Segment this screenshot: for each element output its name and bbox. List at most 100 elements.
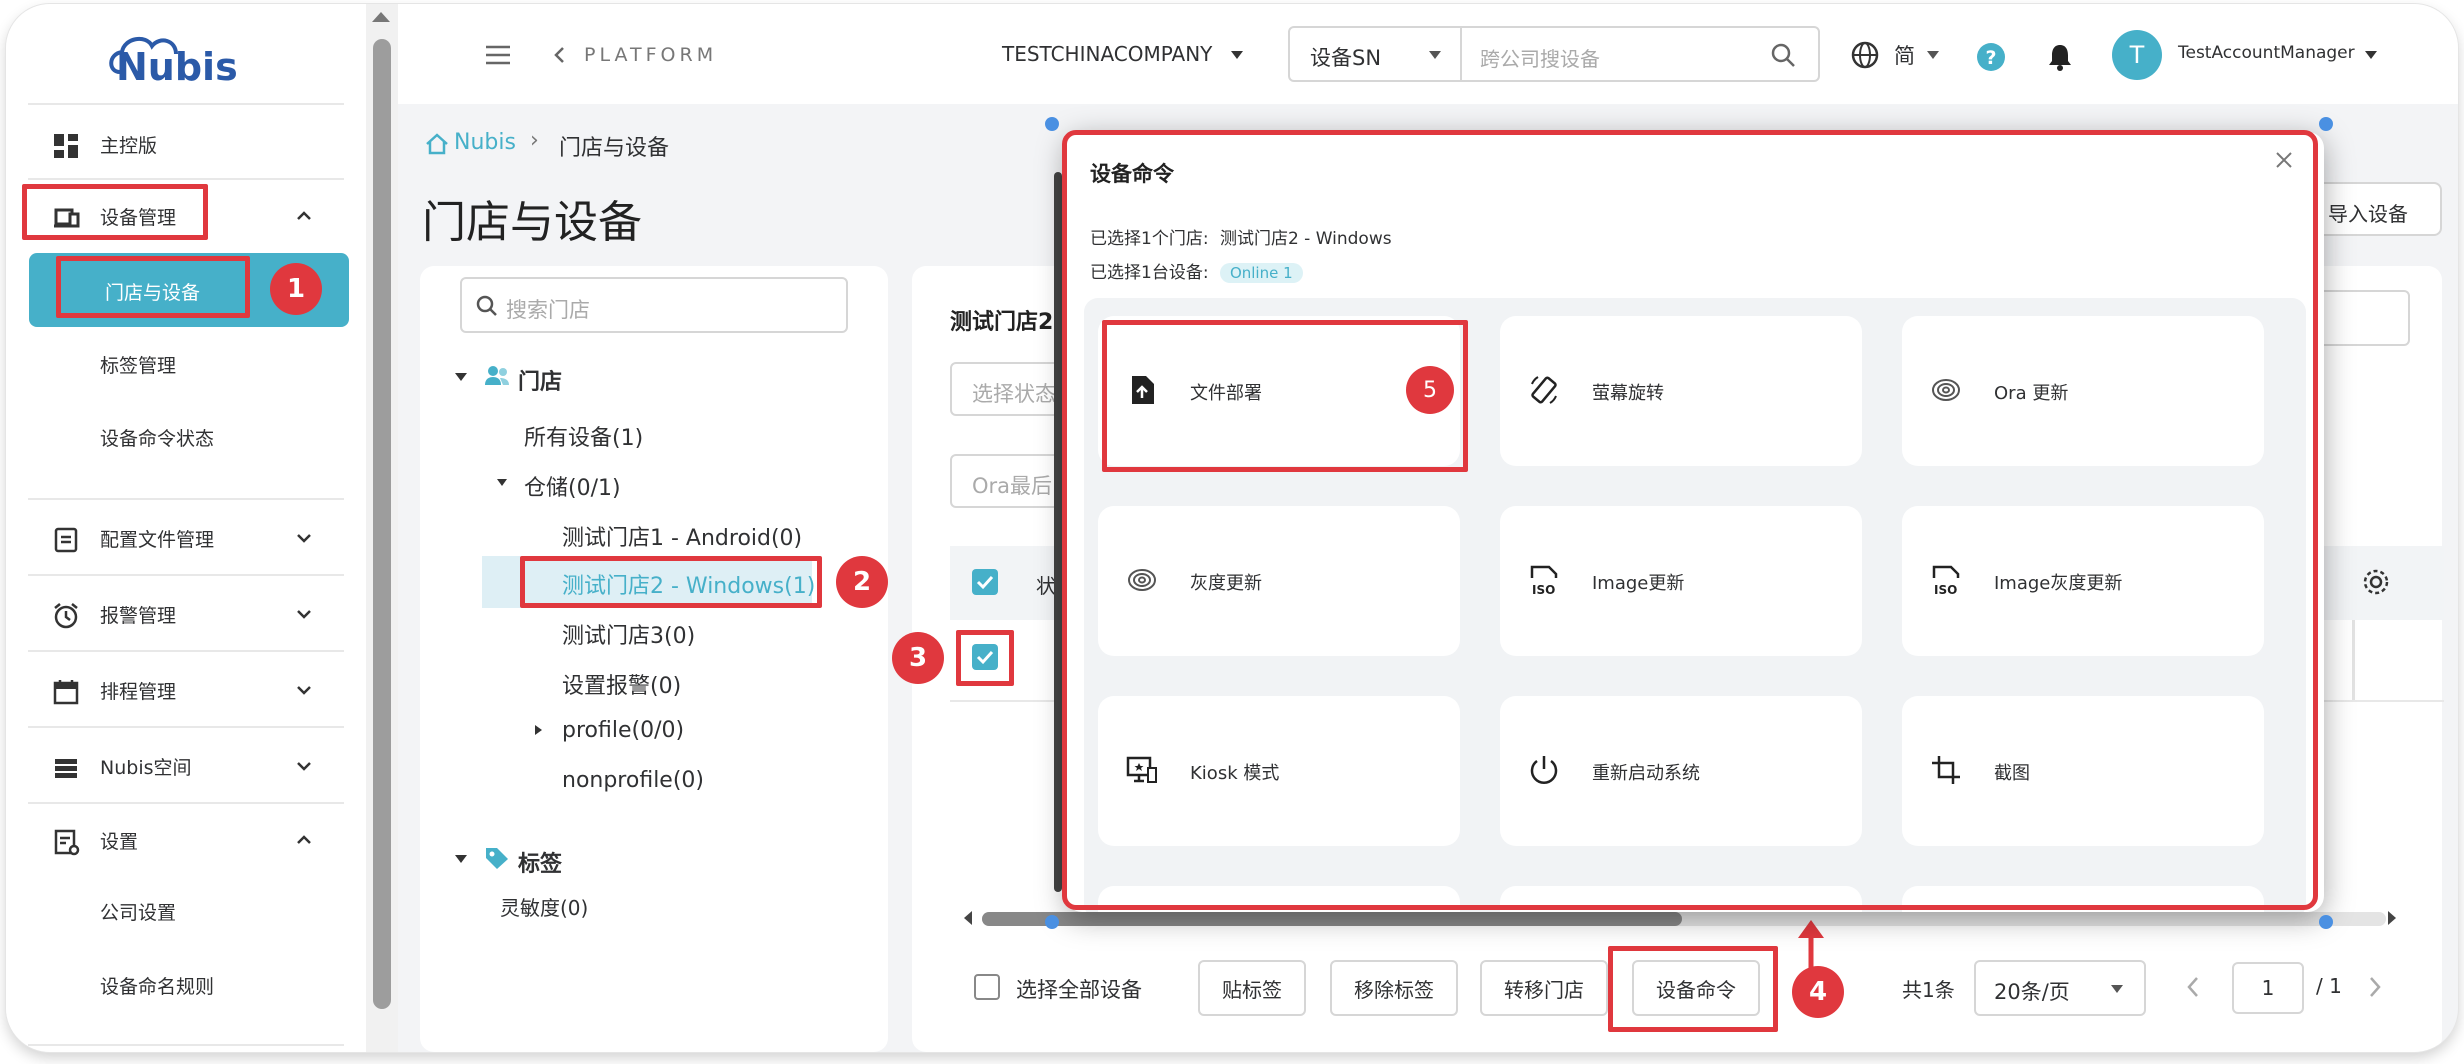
sidebar-item-schedule[interactable]: 排程管理 [6,660,346,720]
sidebar-item-dashboard[interactable]: 主控版 [6,114,346,174]
select-all-devices-checkbox[interactable] [974,974,1000,1000]
tree-node-profile[interactable]: profile(0/0) [562,718,684,743]
sidebar-item-cmd-status[interactable]: 设备命令状态 [100,424,214,451]
device-search-box: 设备SN 跨公司搜设备 [1288,26,1820,82]
annotation-box [520,556,822,608]
select-all-rows-checkbox[interactable] [972,569,998,595]
remove-tag-button[interactable]: 移除标签 [1330,960,1458,1016]
select-all-devices-label[interactable]: 选择全部设备 [1016,974,1142,1004]
users-icon [485,366,509,385]
scroll-up-arrow-icon[interactable] [372,12,390,22]
caret-down-icon[interactable] [2364,50,2378,60]
device-panel-title: 测试门店2 [950,310,1054,335]
sidebar-item-config-files[interactable]: 配置文件管理 [6,508,346,568]
selection-handle [2319,915,2333,929]
user-name[interactable]: TestAccountManager [2178,43,2355,63]
tree-node-sensitivity[interactable]: 灵敏度(0) [500,892,588,921]
sidebar-label: 配置文件管理 [100,528,215,551]
status-filter-placeholder: 选择状态 [972,382,1056,406]
sidebar-label: 设置 [100,830,139,853]
selection-handle [2319,117,2333,131]
alarm-clock-icon [54,603,78,629]
caret-down-icon[interactable] [1926,50,1940,60]
back-chevron-icon[interactable] [552,46,566,64]
scroll-left-icon[interactable] [962,910,974,926]
total-count: 共1条 [1902,978,1955,1002]
tree-node-store1[interactable]: 测试门店1 - Android(0) [562,520,802,552]
chevron-up-icon [297,211,311,220]
home-icon [426,133,448,155]
next-page-icon[interactable] [2368,976,2382,998]
nubis-logo[interactable]: Nubis [106,28,246,86]
selection-handle [1045,915,1059,929]
platform-label[interactable]: PLATFORM [584,44,717,66]
expand-caret-icon[interactable] [454,372,468,382]
device-search-input[interactable]: 跨公司搜设备 [1480,43,1600,72]
breadcrumb-separator: › [530,128,539,153]
sidebar: Nubis 主控版 设备管理 门店与设备 1 标签管理 设备命令状态 配置文件管… [6,4,366,1052]
prev-page-icon[interactable] [2186,976,2200,998]
tree-stores-header[interactable]: 门店 [518,364,562,396]
breadcrumb-current: 门店与设备 [559,136,670,161]
page-total: / 1 [2316,974,2342,998]
storage-icon [55,759,77,778]
scroll-right-icon[interactable] [2386,910,2398,926]
tag-button[interactable]: 贴标签 [1198,960,1306,1016]
expand-caret-icon[interactable] [496,478,508,487]
tree-node-nonprofile[interactable]: nonprofile(0) [562,768,704,793]
sidebar-scroll-thumb[interactable] [373,39,391,1009]
tree-node-warehouse[interactable]: 仓储(0/1) [524,470,621,502]
sidebar-item-tag-mgmt[interactable]: 标签管理 [100,351,176,378]
bell-icon[interactable] [2046,42,2074,72]
horizontal-scroll-thumb[interactable] [982,912,1682,926]
annotation-badge: 4 [1792,966,1844,1018]
chevron-up-icon [297,835,311,844]
annotation-badge: 1 [270,263,322,315]
language-select[interactable]: 简 [1894,40,1915,70]
config-file-icon [54,527,78,553]
logo-text: Nubis [116,45,238,86]
chevron-down-icon [297,686,311,695]
search-type-select[interactable]: 设备SN [1310,42,1381,72]
sidebar-item-space[interactable]: Nubis空间 [6,736,346,796]
tree-node-store3[interactable]: 测试门店3(0) [562,618,695,650]
avatar[interactable]: T [2112,30,2162,80]
sidebar-item-alarm[interactable]: 报警管理 [6,584,346,644]
tree-node-alarm-setting[interactable]: 设置报警(0) [562,668,681,700]
chevron-down-icon [297,762,311,771]
top-header: PLATFORM TESTCHINACOMPANY 设备SN 跨公司搜设备 简 … [398,4,2458,104]
breadcrumb-home[interactable]: Nubis [454,130,516,155]
page-size-select[interactable]: 20条/页 [1974,960,2146,1016]
caret-down-icon [2111,985,2123,993]
store-search-input[interactable]: 搜索门店 [460,277,848,333]
globe-icon[interactable] [1850,40,1880,70]
calendar-icon [53,680,79,705]
sidebar-item-naming-rules[interactable]: 设备命名规则 [100,972,214,999]
tag-icon [486,848,508,869]
annotation-badge: 3 [892,632,944,684]
caret-down-icon[interactable] [1230,50,1244,60]
help-icon[interactable]: ? [1976,42,2006,72]
column-settings-gear-icon[interactable] [2362,568,2390,596]
sidebar-label: 主控版 [100,134,158,157]
collapsed-caret-icon[interactable] [534,724,543,736]
caret-down-icon [1429,51,1441,59]
sidebar-item-settings[interactable]: 设置 [6,810,346,870]
transfer-store-button[interactable]: 转移门店 [1480,960,1608,1016]
ora-filter-placeholder: Ora最后 [972,474,1053,498]
page-number-input[interactable]: 1 [2232,962,2304,1014]
tree-node-all-devices[interactable]: 所有设备(1) [524,420,643,452]
page-size-value: 20条/页 [1994,980,2070,1004]
menu-icon[interactable] [484,44,512,66]
expand-caret-icon[interactable] [454,854,468,864]
annotation-box [956,630,1014,686]
annotation-arrow-icon [1798,920,1824,968]
tree-tags-header[interactable]: 标签 [518,846,562,878]
company-select[interactable]: TESTCHINACOMPANY [1002,42,1212,66]
search-icon[interactable] [1770,42,1796,68]
settings-doc-icon [54,829,80,856]
svg-text:?: ? [1985,47,1996,69]
annotation-badge: 2 [836,556,888,608]
modal-back-shadow [1054,172,1062,892]
sidebar-item-company-settings[interactable]: 公司设置 [100,898,176,925]
